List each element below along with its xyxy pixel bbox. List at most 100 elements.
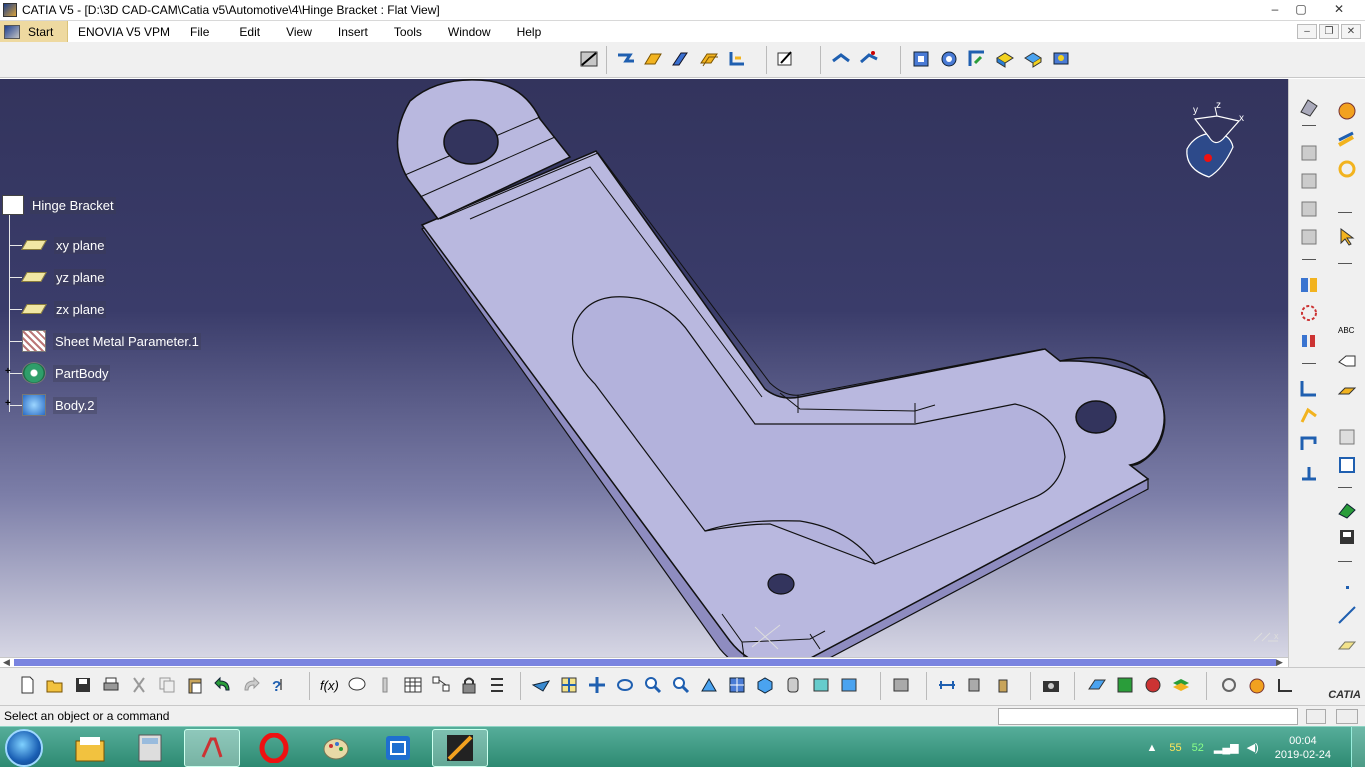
normal-view-icon[interactable] [698, 674, 720, 696]
fly-mode-icon[interactable] [530, 674, 552, 696]
multi-view-icon[interactable] [726, 674, 748, 696]
catalog-icon[interactable] [430, 674, 452, 696]
hole-icon[interactable] [938, 48, 960, 70]
isometric-view-icon[interactable] [754, 674, 776, 696]
whats-this-icon[interactable]: ? [268, 674, 290, 696]
maximize-button[interactable]: ▢ [1288, 1, 1314, 18]
annotation-plane-icon[interactable] [1335, 379, 1359, 403]
tolerance-icon[interactable] [486, 674, 508, 696]
start-menu-button[interactable]: Start [0, 21, 68, 42]
menu-file[interactable]: File [180, 25, 219, 39]
point-icon[interactable] [1335, 575, 1359, 599]
sheet-metal-parameters-icon[interactable] [578, 48, 600, 70]
tree-item-partbody[interactable]: PartBody [22, 362, 111, 384]
status-toggle-button[interactable] [1306, 709, 1326, 724]
stamping-icon[interactable] [994, 48, 1016, 70]
dxf-export-icon[interactable] [1335, 499, 1359, 523]
tree-item-zx-plane[interactable]: zx plane [21, 298, 107, 320]
measure-item-icon[interactable] [1335, 129, 1359, 153]
taskbar-calculator[interactable] [122, 729, 178, 767]
scene-icon[interactable] [1142, 674, 1164, 696]
formula-icon[interactable]: f(x) [318, 674, 340, 696]
hem-icon[interactable] [1297, 433, 1321, 457]
layers-icon[interactable] [1170, 674, 1192, 696]
partbody-expand-toggle[interactable]: + [5, 367, 14, 377]
taskbar-media[interactable] [432, 729, 488, 767]
network-signal-icon[interactable]: ▂▄▆ [1214, 741, 1239, 754]
body2-expand-toggle[interactable]: + [5, 399, 14, 409]
scrollbar-thumb[interactable] [14, 659, 1276, 666]
flag-note-icon[interactable] [1335, 349, 1359, 373]
taskbar-opera[interactable] [246, 729, 302, 767]
wall-on-edge-icon[interactable] [670, 48, 692, 70]
knowledge-icon[interactable] [374, 674, 396, 696]
minimize-button[interactable]: – [1262, 1, 1288, 18]
capture-camera-icon[interactable] [1040, 674, 1062, 696]
catalog-browser-icon[interactable] [1335, 425, 1359, 449]
open-icon[interactable] [44, 674, 66, 696]
zoom-out-icon[interactable] [670, 674, 692, 696]
save-dxf-icon[interactable] [1335, 525, 1359, 549]
close-button[interactable]: ✕ [1314, 1, 1364, 18]
doc-minimize-button[interactable]: – [1297, 24, 1317, 39]
tree-item-yz-plane[interactable]: yz plane [21, 266, 107, 288]
line-icon[interactable] [1335, 603, 1359, 627]
circular-pattern-icon[interactable] [1297, 301, 1321, 325]
user-stamp-icon[interactable] [1050, 48, 1072, 70]
design-table-icon[interactable] [402, 674, 424, 696]
tray-show-hidden-icon[interactable]: ▲ [1146, 742, 1157, 754]
view-icon[interactable] [1335, 453, 1359, 477]
apply-material-bottom-icon[interactable] [1086, 674, 1108, 696]
extrusion-icon[interactable] [698, 48, 720, 70]
measure-item-bottom-icon[interactable] [964, 674, 986, 696]
render-icon[interactable] [1114, 674, 1136, 696]
select-arrow-icon[interactable] [1335, 225, 1359, 249]
undo-icon[interactable] [212, 674, 234, 696]
tree-item-xy-plane[interactable]: xy plane [21, 234, 107, 256]
menu-enovia[interactable]: ENOVIA V5 VPM [68, 25, 180, 39]
save-icon[interactable] [72, 674, 94, 696]
3d-viewport[interactable]: Hinge Bracket xy plane yz plane zx plane… [0, 79, 1288, 657]
manipulate-hand-icon[interactable] [1246, 674, 1268, 696]
measure-inertia-icon[interactable] [1335, 157, 1359, 181]
cut-icon[interactable] [128, 674, 150, 696]
status-close-button[interactable] [1336, 709, 1358, 724]
volume-icon[interactable]: ◀) [1247, 741, 1259, 754]
copy-paste-icon[interactable] [1297, 141, 1321, 165]
viewport-horizontal-scrollbar[interactable]: ◀ ▶ [0, 657, 1288, 667]
wall-icon[interactable] [642, 48, 664, 70]
doc-close-button[interactable]: ✕ [1341, 24, 1361, 39]
refresh-icon[interactable] [1218, 674, 1240, 696]
sheet-metal-view-icon[interactable] [890, 674, 912, 696]
sketcher-icon[interactable] [774, 48, 796, 70]
paste-icon[interactable] [184, 674, 206, 696]
symmetry-icon[interactable] [1297, 169, 1321, 193]
menu-help[interactable]: Help [501, 25, 552, 39]
flange-icon[interactable] [1297, 405, 1321, 429]
recognize-icon[interactable] [614, 48, 636, 70]
text-annotation-icon[interactable]: ABC [1335, 319, 1359, 343]
taskbar-explorer[interactable] [62, 729, 118, 767]
stiffening-rib-icon[interactable] [1022, 48, 1044, 70]
rectangular-pattern-icon[interactable] [1297, 273, 1321, 297]
axis-system-icon[interactable] [1297, 377, 1321, 401]
taskbar-catia[interactable] [184, 729, 240, 767]
print-icon[interactable] [100, 674, 122, 696]
apply-material-icon[interactable] [1335, 99, 1359, 123]
cutout-icon[interactable] [910, 48, 932, 70]
hide-show-icon[interactable] [810, 674, 832, 696]
tear-drop-icon[interactable] [1297, 461, 1321, 485]
navigation-compass[interactable]: y z x [1175, 99, 1255, 179]
new-icon[interactable] [16, 674, 38, 696]
fold-unfold-icon[interactable] [830, 48, 852, 70]
select-tool-icon[interactable] [1297, 95, 1321, 119]
translation-icon[interactable] [1297, 197, 1321, 221]
shading-icon[interactable] [782, 674, 804, 696]
measure-mass-icon[interactable] [992, 674, 1014, 696]
windows-start-orb[interactable] [5, 729, 43, 767]
swept-walls-icon[interactable] [726, 48, 748, 70]
taskbar-screen-capture[interactable] [370, 729, 426, 767]
measure-between-icon[interactable] [936, 674, 958, 696]
hinge-bracket-part-geometry[interactable] [0, 79, 1288, 657]
menu-tools[interactable]: Tools [378, 25, 432, 39]
